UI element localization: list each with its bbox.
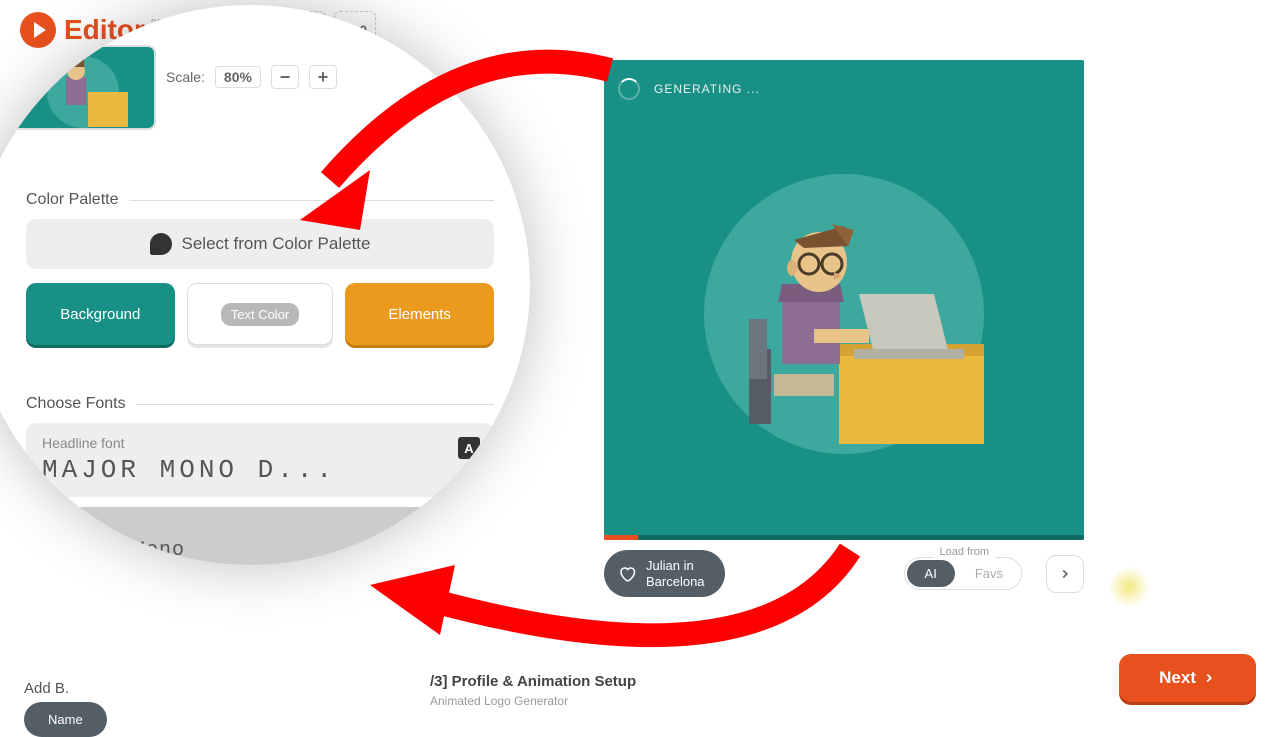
headline-font-card[interactable]: Headline font MAJOR MONO D... A (26, 423, 494, 497)
step-subtitle: Animated Logo Generator (430, 694, 568, 708)
chevron-right-icon (1058, 567, 1072, 581)
headline-font-name: MAJOR MONO D... (42, 455, 478, 485)
step-title: /3] Profile & Animation Setup (430, 673, 636, 690)
illustration (704, 174, 984, 454)
generating-status: GENERATING ... (618, 78, 760, 100)
color-palette-title: Color Palette (26, 191, 494, 209)
magnified-panel: Scale: 80% − + Color Palette Select from… (0, 5, 530, 565)
thumbnail[interactable] (6, 45, 156, 130)
next-button[interactable]: Next (1119, 654, 1256, 702)
heart-icon (618, 565, 636, 583)
color-chips: Background Text Color Elements (26, 283, 494, 345)
load-ai-button[interactable]: AI (907, 560, 955, 587)
preview-footer: Julian in Barcelona Load from AI Favs (604, 550, 1084, 597)
add-branding-label: Add B. (24, 680, 69, 697)
chevron-right-icon (1202, 671, 1216, 685)
next-preview-button[interactable] (1046, 555, 1084, 593)
chip-text-color[interactable]: Text Color (187, 283, 334, 345)
chip-background[interactable]: Background (26, 283, 175, 345)
headline-font-label: Headline font (42, 435, 478, 451)
scale-minus[interactable]: − (271, 65, 299, 89)
location-pill[interactable]: Julian in Barcelona (604, 550, 725, 597)
scale-controls: Scale: 80% − + (166, 65, 337, 89)
preview-canvas: GENERATING ... (604, 60, 1084, 540)
text-font-name: Cutive Mono (42, 539, 478, 562)
text-font-label: Text font (42, 519, 478, 535)
load-from-label: Load from (934, 546, 996, 558)
font-badge-icon: A (458, 437, 480, 459)
chip-elements[interactable]: Elements (345, 283, 494, 345)
text-font-card[interactable]: Text font Cutive Mono A (26, 507, 494, 565)
progress-bar (604, 535, 1084, 540)
spinner-icon (618, 78, 640, 100)
font-badge-icon: A (458, 521, 480, 543)
cursor-highlight (1108, 566, 1150, 608)
load-from-group: Load from AI Favs (904, 557, 1022, 590)
scale-plus[interactable]: + (309, 65, 337, 89)
load-favs-button[interactable]: Favs (957, 558, 1021, 589)
scale-value: 80% (215, 66, 261, 88)
logo-icon (20, 12, 56, 48)
scale-label: Scale: (166, 69, 205, 85)
palette-icon (150, 233, 172, 255)
palette-select-button[interactable]: Select from Color Palette (26, 219, 494, 269)
fonts-title: Choose Fonts (26, 395, 494, 413)
